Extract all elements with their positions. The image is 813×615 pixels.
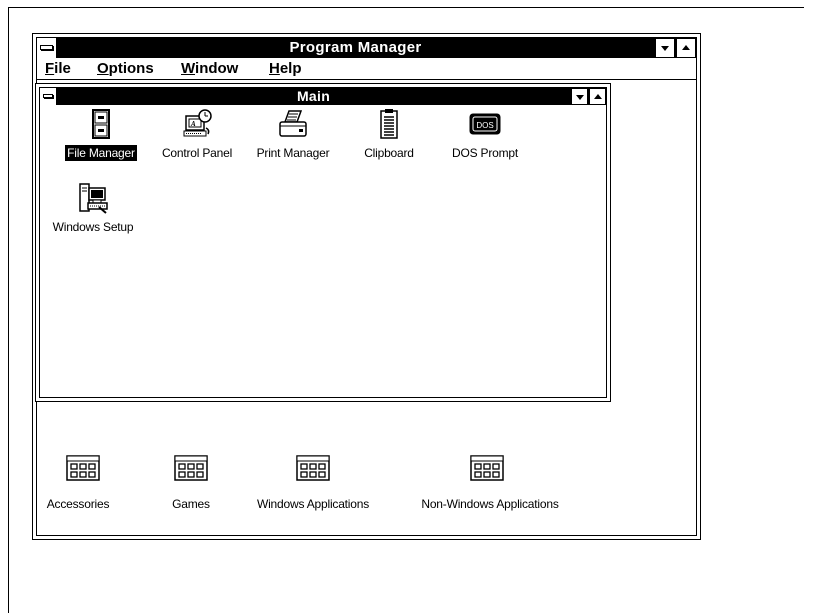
program-label: Windows Setup bbox=[52, 220, 134, 234]
main-group-client: Main File Manager A Control Panel Print … bbox=[39, 87, 607, 398]
main-minimize-button[interactable] bbox=[571, 88, 588, 105]
dos-icon-text: DOS bbox=[476, 121, 493, 130]
dos-prompt-icon: DOS bbox=[469, 113, 501, 135]
program-group-icon bbox=[66, 455, 100, 481]
program-label: File Manager bbox=[65, 145, 137, 161]
group-icon-non-windows-applications[interactable]: Non-Windows Applications bbox=[400, 455, 580, 515]
menu-file-label: ile bbox=[54, 60, 71, 77]
program-item-windows-setup[interactable]: Windows Setup bbox=[45, 182, 141, 240]
program-group-icon bbox=[470, 455, 504, 481]
maximize-arrow-icon bbox=[682, 45, 690, 50]
control-panel-icon: A bbox=[183, 109, 212, 137]
minimize-button[interactable] bbox=[655, 38, 675, 58]
menu-file-accel: F bbox=[45, 60, 55, 77]
program-item-clipboard[interactable]: Clipboard bbox=[341, 108, 437, 166]
group-label: Windows Applications bbox=[256, 497, 370, 511]
program-group-icon bbox=[296, 455, 330, 481]
menu-file[interactable]: File bbox=[45, 59, 71, 79]
menu-window[interactable]: Window bbox=[181, 59, 238, 79]
program-item-dos-prompt[interactable]: DOS DOS Prompt bbox=[437, 108, 533, 166]
menu-options-label: ptions bbox=[108, 60, 154, 77]
program-item-file-manager[interactable]: File Manager bbox=[53, 108, 149, 166]
main-group-titlebar[interactable]: Main bbox=[40, 88, 606, 105]
program-label: Print Manager bbox=[256, 146, 330, 160]
program-item-control-panel[interactable]: A Control Panel bbox=[149, 108, 245, 166]
program-item-print-manager[interactable]: Print Manager bbox=[245, 108, 341, 166]
menu-help-accel: H bbox=[269, 60, 280, 77]
main-group-title: Main bbox=[296, 88, 331, 104]
program-label: Control Panel bbox=[161, 146, 233, 160]
main-maximize-button[interactable] bbox=[589, 88, 606, 105]
menu-help-label: elp bbox=[279, 60, 302, 77]
file-cabinet-icon bbox=[92, 109, 110, 139]
maximize-button[interactable] bbox=[676, 38, 696, 58]
system-menu-button[interactable] bbox=[37, 38, 57, 58]
minimize-arrow-icon bbox=[661, 46, 669, 51]
main-group-window: Main File Manager A Control Panel Print … bbox=[35, 83, 611, 402]
group-icon-windows-applications[interactable]: Windows Applications bbox=[233, 455, 393, 515]
clipboard-icon bbox=[380, 109, 398, 139]
printer-icon bbox=[279, 110, 307, 137]
svg-text:A: A bbox=[190, 120, 196, 128]
menu-bar: File Options Window Help bbox=[37, 58, 696, 80]
system-menu-icon bbox=[43, 94, 53, 98]
minimize-arrow-icon bbox=[576, 95, 584, 100]
system-menu-icon bbox=[40, 45, 53, 50]
menu-options[interactable]: Options bbox=[97, 59, 154, 79]
program-label: Clipboard bbox=[364, 146, 414, 160]
main-system-menu-button[interactable] bbox=[40, 88, 57, 105]
maximize-arrow-icon bbox=[594, 94, 602, 99]
menu-help[interactable]: Help bbox=[269, 59, 302, 79]
menu-window-accel: W bbox=[181, 60, 196, 77]
program-manager-titlebar[interactable]: Program Manager bbox=[37, 38, 696, 58]
windows-setup-icon bbox=[79, 183, 108, 214]
window-title: Program Manager bbox=[289, 39, 422, 56]
program-label: DOS Prompt bbox=[451, 146, 519, 160]
group-label: Accessories bbox=[46, 497, 110, 511]
program-group-icon bbox=[174, 455, 208, 481]
group-label: Non-Windows Applications bbox=[421, 497, 559, 511]
group-icon-accessories[interactable]: Accessories bbox=[13, 455, 143, 515]
menu-window-label: indow bbox=[195, 60, 239, 77]
menu-options-accel: O bbox=[97, 60, 109, 77]
